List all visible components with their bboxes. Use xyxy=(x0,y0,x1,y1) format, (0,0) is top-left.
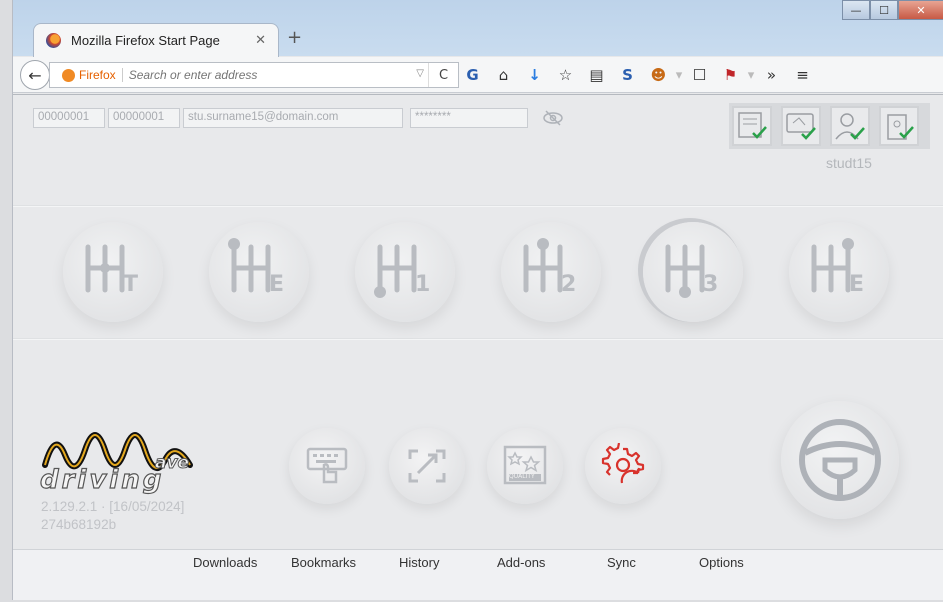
hide-password-icon[interactable] xyxy=(541,110,565,126)
wave-driving-logo: ave driving xyxy=(39,425,210,496)
toolbar-icons: G ⌂ ↓ ☆ ▤ S ☻ ▾ ☐ ⚑ ▾ » ≡ xyxy=(457,57,818,93)
gear-button-t[interactable]: T xyxy=(63,222,163,322)
gear-label-2: 2 xyxy=(561,272,577,297)
address-input[interactable] xyxy=(128,68,379,82)
pdf-extension-icon[interactable]: ⚑ xyxy=(715,61,746,89)
form-check-button[interactable] xyxy=(732,106,772,146)
user-check-icon xyxy=(835,113,865,140)
minimize-button[interactable]: — xyxy=(842,0,870,20)
expand-icon xyxy=(408,449,446,483)
user-check-button[interactable] xyxy=(830,106,870,146)
screen-check-button[interactable] xyxy=(781,106,821,146)
email-field[interactable]: stu.surname15@domain.com xyxy=(183,108,403,128)
tab-title: Mozilla Firefox Start Page xyxy=(71,33,220,48)
greasemonkey-icon[interactable]: ☻ xyxy=(643,61,674,89)
quality-label: QUALITY xyxy=(509,473,535,480)
form-check-icon xyxy=(738,112,767,139)
divider-bottom xyxy=(13,338,943,340)
title-bar: — ☐ ✕ Mozilla Firefox Start Page ✕ + xyxy=(13,0,943,57)
history-dropdown-icon[interactable]: ▽ xyxy=(416,68,424,79)
gear-button-e2[interactable]: E xyxy=(789,222,889,322)
gear-shift-2-icon xyxy=(523,238,563,293)
quality-stars-icon xyxy=(503,445,547,485)
translate-extension-icon[interactable]: G xyxy=(457,61,488,89)
close-window-button[interactable]: ✕ xyxy=(898,0,943,20)
screenshot-icon[interactable]: ☐ xyxy=(684,61,715,89)
steering-wheel-button[interactable] xyxy=(781,401,899,519)
identity-label: Firefox xyxy=(79,68,123,82)
footer-links: Downloads Bookmarks History Add-ons Sync… xyxy=(193,555,769,570)
logo-text-main: driving xyxy=(39,464,165,495)
download-icon[interactable]: ↓ xyxy=(519,61,550,89)
firefox-start-footer: Downloads Bookmarks History Add-ons Sync… xyxy=(13,549,943,600)
overflow-chevron-icon[interactable]: » xyxy=(756,61,787,89)
login-fields: 00000001 00000001 stu.surname15@domain.c… xyxy=(33,108,531,128)
keyboard-button[interactable] xyxy=(289,428,365,504)
build-hash: 274b68192b xyxy=(41,517,117,532)
quality-button[interactable]: QUALITY xyxy=(487,428,563,504)
gear-shift-3-icon xyxy=(665,244,705,298)
browser-tab[interactable]: Mozilla Firefox Start Page ✕ xyxy=(33,23,279,57)
gear-shift-e-icon xyxy=(228,238,271,293)
gear-shift-1-icon xyxy=(374,244,417,298)
version-number: 2.129.2.1 · [16/05/2024] xyxy=(41,499,185,514)
gear-label-t: T xyxy=(123,272,139,297)
password-field[interactable]: ******** xyxy=(410,108,528,128)
settings-button[interactable] xyxy=(585,428,661,504)
addons-link[interactable]: Add-ons xyxy=(497,555,607,570)
gear-shift-t-icon xyxy=(85,244,125,293)
gear-label-1: 1 xyxy=(415,272,431,297)
gear-label-e2: E xyxy=(849,272,865,297)
hamburger-menu-icon[interactable]: ≡ xyxy=(787,61,818,89)
tab-close-icon[interactable]: ✕ xyxy=(255,33,266,48)
sync-link[interactable]: Sync xyxy=(607,555,699,570)
bookmarks-list-icon[interactable]: ▤ xyxy=(581,61,612,89)
id-field-2[interactable]: 00000001 xyxy=(108,108,180,128)
version-info: 2.129.2.1 · [16/05/2024] 274b68192b xyxy=(41,498,184,534)
history-link[interactable]: History xyxy=(399,555,497,570)
user-status-panel xyxy=(729,103,930,149)
divider-top xyxy=(13,205,943,207)
fullscreen-button[interactable] xyxy=(389,428,465,504)
settings-gear-sync-icon xyxy=(601,443,645,484)
bookmarks-link[interactable]: Bookmarks xyxy=(291,555,399,570)
downloads-link[interactable]: Downloads xyxy=(193,555,291,570)
steering-wheel-icon xyxy=(799,419,881,501)
id-field-1[interactable]: 00000001 xyxy=(33,108,105,128)
url-bar[interactable]: Firefox ▽ C xyxy=(49,62,459,88)
home-icon[interactable]: ⌂ xyxy=(488,61,519,89)
keyboard-touch-icon xyxy=(306,447,348,484)
gear-button-3[interactable]: 3 xyxy=(643,222,743,322)
username-label: studt15 xyxy=(826,155,872,171)
reload-button[interactable]: C xyxy=(428,63,458,87)
options-link[interactable]: Options xyxy=(699,555,769,570)
bookmark-star-icon[interactable]: ☆ xyxy=(550,61,581,89)
window-controls: — ☐ ✕ xyxy=(842,0,943,22)
gear-button-2[interactable]: 2 xyxy=(501,222,601,322)
gear-label-3: 3 xyxy=(703,272,719,297)
firefox-window: — ☐ ✕ Mozilla Firefox Start Page ✕ + ← F… xyxy=(12,0,943,600)
gear-button-e1[interactable]: E xyxy=(209,222,309,322)
extension-menu-icon[interactable]: ▾ xyxy=(674,61,684,89)
gear-label-e1: E xyxy=(269,272,285,297)
desktop: — ☐ ✕ Mozilla Firefox Start Page ✕ + ← F… xyxy=(0,0,943,602)
maximize-button[interactable]: ☐ xyxy=(870,0,898,20)
badge-check-button[interactable] xyxy=(879,106,919,146)
navigation-bar: ← Firefox ▽ C G ⌂ ↓ ☆ ▤ S ☻ ▾ ☐ ⚑ ▾ » xyxy=(13,57,943,93)
gear-shift-e-icon xyxy=(811,238,854,293)
firefox-identity-icon xyxy=(62,68,75,82)
app-content: 00000001 00000001 stu.surname15@domain.c… xyxy=(13,94,943,549)
new-tab-button[interactable]: + xyxy=(287,27,302,48)
s-extension-icon[interactable]: S xyxy=(612,61,643,89)
back-button[interactable]: ← xyxy=(20,60,50,90)
gear-button-1[interactable]: 1 xyxy=(355,222,455,322)
firefox-logo-icon xyxy=(46,33,61,48)
id-badge-check-icon xyxy=(887,114,914,140)
screen-check-icon xyxy=(786,113,816,140)
pdf-menu-icon[interactable]: ▾ xyxy=(746,61,756,89)
